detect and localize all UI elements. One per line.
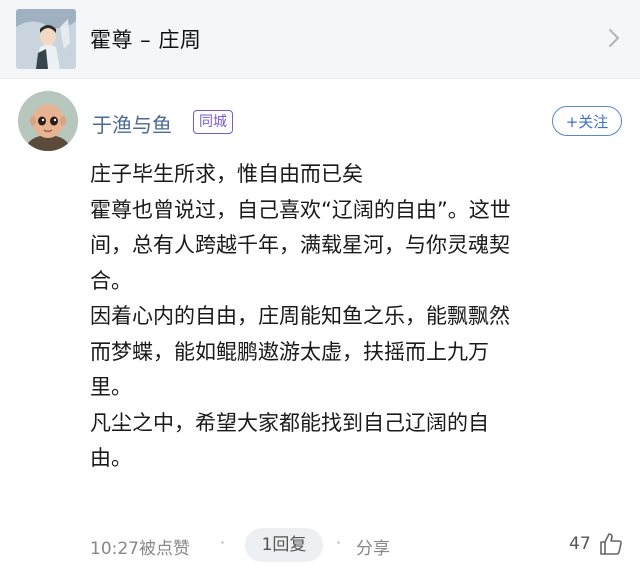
avatar[interactable] — [18, 91, 78, 151]
timestamp: 10:27被点赞 — [90, 539, 190, 559]
share-button[interactable]: 分享 — [356, 534, 390, 559]
username[interactable]: 于渔与鱼 — [92, 109, 172, 138]
follow-button[interactable]: +关注 — [552, 106, 622, 136]
song-card[interactable]: 霍尊 – 庄周 — [0, 0, 640, 79]
location-tag: 同城 — [193, 110, 233, 134]
comment-line: 间，总有人跨越千年，满载星河，与你灵魂契 — [90, 233, 510, 257]
comment-footer: 10:27被点赞 · 1回复 · 分享 47 — [90, 528, 630, 562]
reply-button[interactable]: 1回复 — [245, 528, 323, 562]
thumbs-up-icon[interactable] — [598, 531, 624, 557]
like-count: 47 — [569, 534, 591, 554]
separator-dot: · — [336, 533, 342, 552]
comment-line: 庄子毕生所求，惟自由而已矣 — [90, 162, 363, 186]
album-cover — [16, 9, 76, 69]
comment-line: 里。 — [90, 375, 132, 399]
comment-line: 合。 — [90, 268, 132, 293]
comment-line: 因着心内的自由，庄周能知鱼之乐，能飘飘然 — [90, 304, 510, 328]
separator-dot: · — [220, 533, 226, 552]
song-title: 霍尊 – 庄周 — [90, 28, 202, 52]
comment-line: 凡尘之中，希望大家都能找到自己辽阔的自 — [90, 410, 489, 435]
comment-text: 庄子毕生所求，惟自由而已矣 霍尊也曾说过，自己喜欢“辽阔的自由”。这世 间，总有… — [90, 157, 615, 477]
comment-line: 由。 — [90, 446, 132, 470]
chevron-right-icon[interactable] — [604, 27, 624, 49]
comment-line: 而梦蝶，能如鲲鹏遨游太虚，扶摇而上九万 — [90, 339, 489, 364]
comment-line: 霍尊也曾说过，自己喜欢“辽阔的自由”。这世 — [90, 197, 511, 222]
